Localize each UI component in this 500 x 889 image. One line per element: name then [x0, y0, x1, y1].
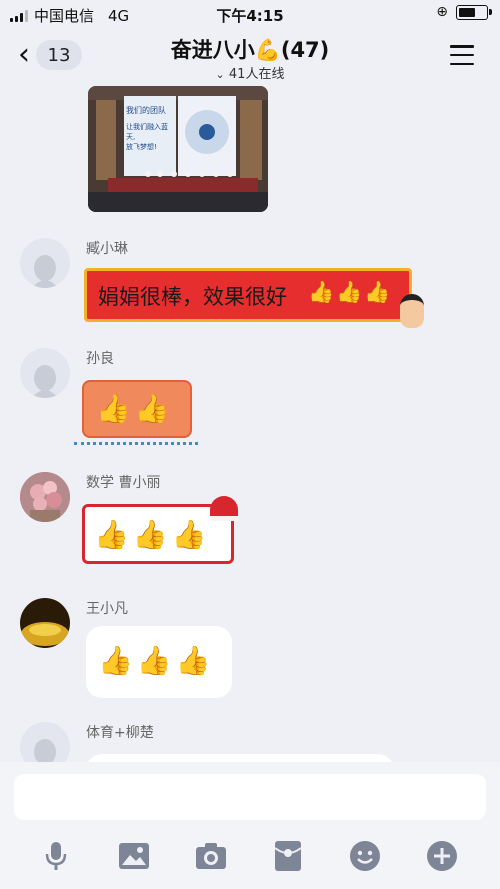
- menu-icon[interactable]: [450, 45, 474, 65]
- sender-name: 孙良: [86, 351, 114, 367]
- toolbar: [0, 832, 500, 882]
- image-message[interactable]: 我们的团队 让我们融入蓝天, 放飞梦想!: [88, 86, 268, 212]
- thumbs-up-icons: 👍👍👍: [308, 280, 393, 304]
- sender-name: 王小凡: [86, 601, 128, 617]
- message-input[interactable]: [14, 774, 486, 820]
- sender-name: 体育+柳楚: [86, 725, 154, 741]
- online-count: 41人在线: [228, 67, 285, 82]
- camera-icon[interactable]: [193, 838, 229, 874]
- photo-caption-line: 放飞梦想!: [126, 143, 157, 151]
- online-status: ⌄ 41人在线: [0, 63, 500, 82]
- microphone-icon[interactable]: [38, 838, 74, 874]
- thumbs-up-icons: 👍👍👍: [94, 518, 211, 551]
- photo-caption-line: 让我们融入蓝天,: [126, 123, 168, 141]
- plus-icon[interactable]: [424, 838, 460, 874]
- avatar[interactable]: [20, 472, 70, 522]
- nav-bar: ‹ 13 奋进八小💪(47) ⌄ 41人在线: [0, 28, 500, 86]
- emoji-icon[interactable]: [347, 838, 383, 874]
- message-bubble[interactable]: [86, 754, 394, 762]
- flower-avatar: [20, 472, 70, 522]
- default-avatar-icon: [32, 365, 58, 398]
- red-packet-icon[interactable]: [270, 838, 306, 874]
- message-bubble[interactable]: 👍👍👍: [86, 626, 232, 698]
- avatar[interactable]: [20, 348, 70, 398]
- battery-icon: [456, 4, 492, 20]
- banner-sticker[interactable]: 娟娟很棒，效果很好 👍👍👍: [78, 266, 424, 328]
- gold-avatar: [20, 598, 70, 648]
- photo-caption: 我们的团队 让我们融入蓝天, 放飞梦想!: [126, 106, 176, 152]
- chat-title[interactable]: 奋进八小💪(47): [0, 34, 500, 64]
- cartoon-face-icon: [400, 294, 424, 328]
- default-avatar-icon: [32, 255, 58, 288]
- default-avatar-icon: [34, 739, 56, 762]
- santa-hat-icon: [210, 496, 238, 521]
- orientation-lock-icon: ⊕: [436, 4, 448, 20]
- thumbs-up-icons: 👍👍: [96, 392, 174, 425]
- conference-photo: [88, 86, 268, 212]
- fish-sticker[interactable]: 👍👍: [74, 374, 204, 448]
- avatar[interactable]: [20, 598, 70, 648]
- avatar[interactable]: [20, 722, 70, 762]
- image-icon[interactable]: [116, 838, 152, 874]
- input-bar: [0, 762, 500, 889]
- sender-name: 臧小琳: [86, 241, 128, 257]
- chevron-down-circle-icon: ⌄: [215, 68, 225, 81]
- thumbs-up-icons: 👍👍👍: [98, 644, 215, 677]
- photo-caption-line: 我们的团队: [126, 106, 166, 115]
- banner-text: 娟娟很棒，效果很好: [98, 285, 287, 309]
- chat-list[interactable]: 我们的团队 让我们融入蓝天, 放飞梦想! 臧小琳 娟娟很棒，效果很好 👍👍👍 孙…: [0, 86, 500, 762]
- sender-name: 数学 曹小丽: [86, 475, 161, 491]
- status-bar: 中国电信 4G 下午4:15 ⊕: [0, 0, 500, 28]
- christmas-sticker[interactable]: 👍👍👍: [78, 496, 248, 576]
- clock: 下午4:15: [216, 7, 284, 25]
- avatar[interactable]: [20, 238, 70, 288]
